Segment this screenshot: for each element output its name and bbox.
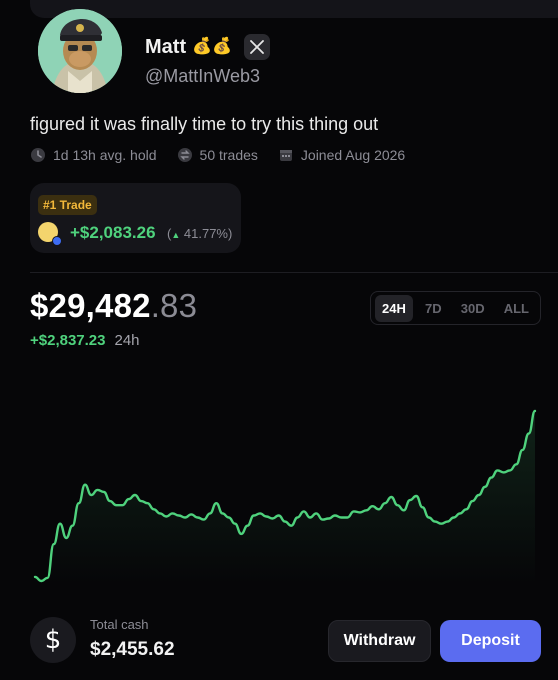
previous-card [30, 0, 558, 18]
change-amount: +$2,837.23 [30, 332, 106, 349]
portfolio-chart[interactable] [30, 395, 540, 585]
top-trade-pnl: +$2,083.26 [70, 223, 156, 242]
swap-icon [177, 148, 192, 162]
withdraw-button[interactable]: Withdraw [328, 620, 431, 662]
range-selector: 24H 7D 30D ALL [370, 291, 541, 325]
top-trade-percent-value: 41.77% [183, 226, 228, 241]
total-cash-value: $2,455.62 [90, 639, 175, 660]
ape-avatar-icon [38, 9, 122, 93]
x-logo-icon [250, 40, 264, 54]
profile-handle: @MattInWeb3 [145, 66, 260, 86]
profile-meta: 1d 13h avg. hold 50 trades Joined Aug 20… [30, 147, 425, 163]
trade-count-text: 50 trades [199, 147, 258, 163]
avg-hold: 1d 13h avg. hold [30, 147, 157, 163]
joined-date: Joined Aug 2026 [278, 147, 405, 163]
top-trade-percent: (▲ 41.77%) [167, 226, 233, 241]
divider [30, 272, 558, 273]
avatar[interactable] [38, 9, 122, 93]
change-period: 24h [114, 332, 140, 349]
range-tab-7d[interactable]: 7D [418, 295, 449, 322]
trade-count: 50 trades [177, 147, 258, 163]
x-link-button[interactable] [243, 34, 270, 60]
profile-name-row: Matt 💰💰 [145, 34, 270, 60]
portfolio-change: +$2,837.23 24h [30, 332, 140, 349]
chart-area-fill [35, 411, 535, 585]
top-trade-card[interactable]: #1 Trade +$2,083.26 (▲ 41.77%) [30, 183, 241, 253]
top-trade-badge: #1 Trade [38, 195, 97, 215]
deposit-button[interactable]: Deposit [440, 620, 541, 662]
joined-date-text: Joined Aug 2026 [300, 147, 406, 163]
money-bag-emoji: 💰💰 [192, 38, 232, 55]
verified-check-icon [52, 236, 62, 246]
profile-name: Matt [145, 35, 187, 58]
dollar-icon: $ [30, 617, 76, 663]
range-tab-all[interactable]: ALL [497, 295, 536, 322]
portfolio-balance: $29,482.83 [30, 287, 197, 325]
calendar-icon [279, 150, 292, 161]
range-tab-30d[interactable]: 30D [454, 295, 492, 322]
total-cash-label: Total cash [90, 617, 149, 632]
balance-whole: $29,482 [30, 287, 151, 324]
avg-hold-text: 1d 13h avg. hold [53, 147, 157, 163]
clock-icon [31, 148, 45, 162]
balance-cents: .83 [150, 287, 198, 324]
profile-bio: figured it was finally time to try this … [30, 114, 379, 134]
up-arrow-icon: ▲ [171, 230, 181, 240]
range-tab-24h[interactable]: 24H [375, 294, 413, 322]
